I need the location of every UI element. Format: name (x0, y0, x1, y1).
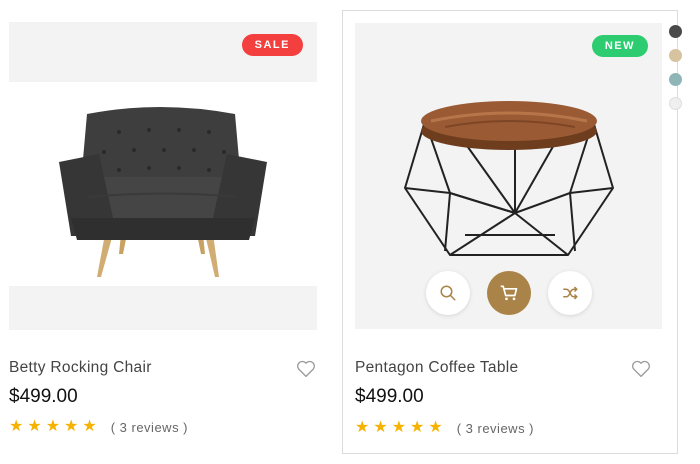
product-rating: ★ ★ ★ ★ ★ ( 3 reviews ) (355, 420, 534, 436)
compare-button[interactable] (547, 271, 592, 315)
star-rating: ★ ★ ★ ★ ★ (9, 419, 97, 435)
review-count-link[interactable]: ( 3 reviews ) (111, 420, 188, 435)
star-rating: ★ ★ ★ ★ ★ (355, 420, 443, 436)
product-card-betty-rocking-chair[interactable]: SALE Betty Rocking Chair $499.00 ★ ★ ★ ★… (0, 10, 336, 454)
star-icon: ★ (428, 419, 443, 436)
product-price: $499.00 (355, 386, 424, 407)
star-icon: ★ (64, 418, 79, 435)
review-count-link[interactable]: ( 3 reviews ) (457, 421, 534, 436)
armchair-image (59, 107, 267, 277)
product-price: $499.00 (9, 386, 78, 407)
star-icon: ★ (45, 418, 61, 435)
color-swatch-teal[interactable] (669, 73, 682, 86)
product-rating: ★ ★ ★ ★ ★ ( 3 reviews ) (9, 419, 188, 435)
product-title[interactable]: Betty Rocking Chair (9, 359, 152, 377)
add-to-cart-button[interactable] (486, 271, 531, 315)
star-icon: ★ (355, 419, 370, 436)
product-image-area[interactable]: SALE (9, 22, 317, 330)
color-swatch-dark-grey[interactable] (669, 25, 682, 38)
color-swatch-beige[interactable] (669, 49, 682, 62)
heart-icon[interactable] (631, 360, 651, 378)
star-icon: ★ (410, 419, 425, 436)
star-icon: ★ (373, 419, 388, 436)
color-swatch-light-grey[interactable] (669, 97, 682, 110)
product-actions (355, 271, 662, 315)
star-icon: ★ (27, 418, 42, 435)
search-icon (440, 285, 455, 301)
product-card-pentagon-coffee-table[interactable]: NEW Pentagon Coffee Table $499.00 ★ ★ ★ … (342, 10, 682, 454)
shuffle-icon (562, 286, 578, 300)
quick-view-button[interactable] (425, 271, 470, 315)
star-icon: ★ (9, 418, 24, 435)
heart-icon[interactable] (296, 360, 316, 378)
color-swatches (669, 25, 682, 110)
product-title[interactable]: Pentagon Coffee Table (355, 359, 518, 377)
star-icon: ★ (391, 419, 407, 436)
cart-icon (500, 285, 517, 301)
product-image-area[interactable]: NEW (355, 23, 662, 329)
star-icon: ★ (82, 418, 97, 435)
